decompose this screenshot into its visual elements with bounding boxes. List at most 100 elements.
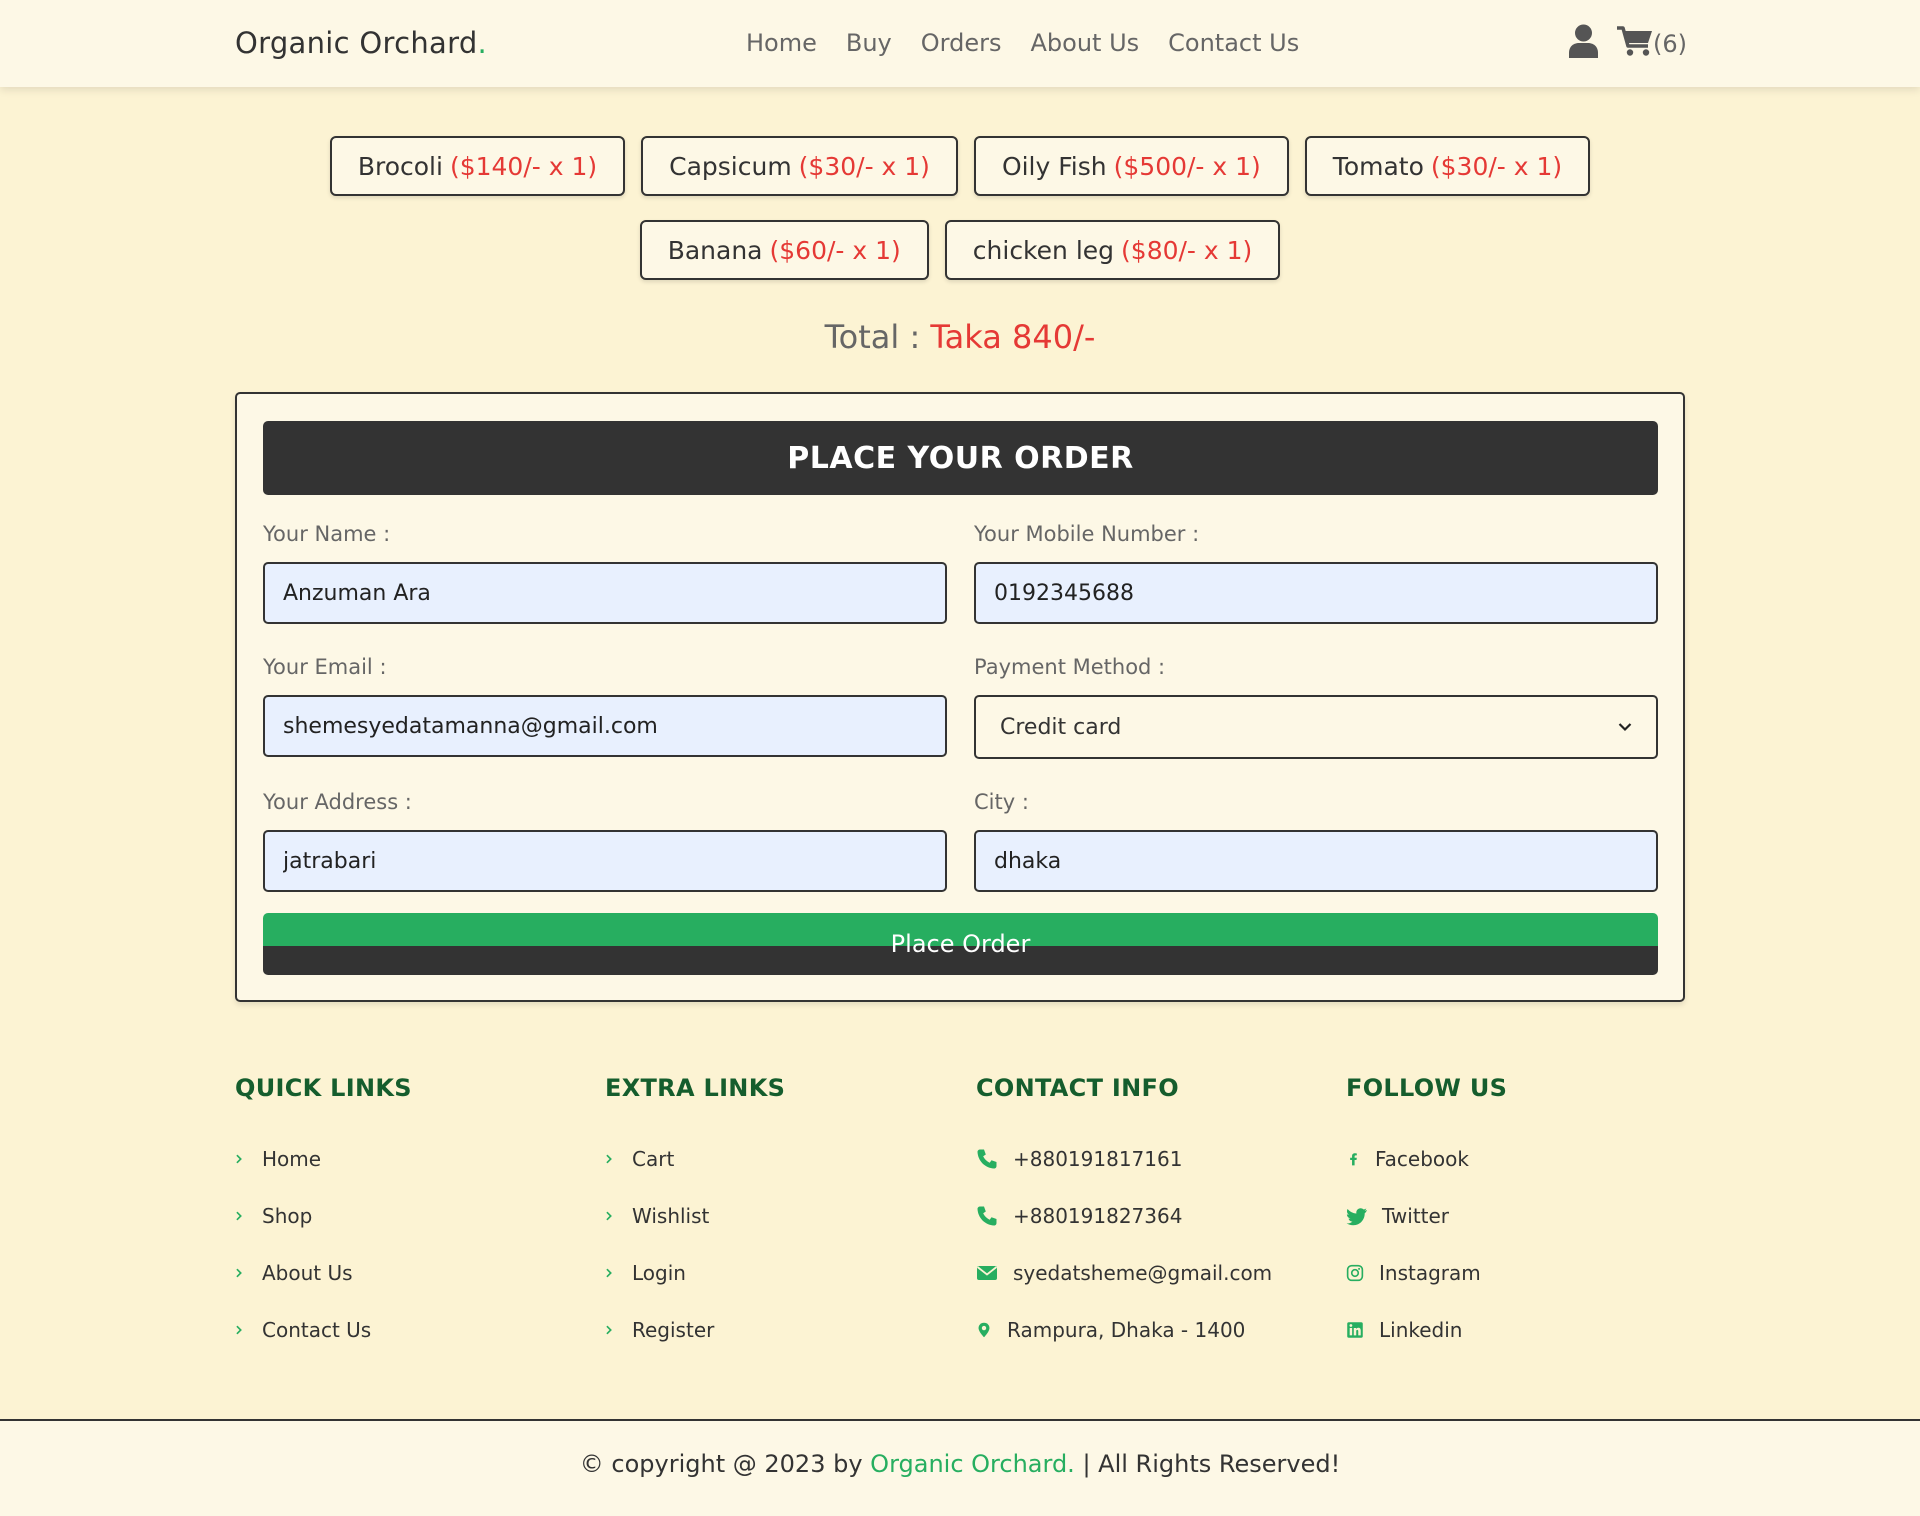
cart-item[interactable]: Brocoli ($140/- x 1) — [329, 136, 626, 196]
site-header: Organic Orchard. Home Buy Orders About U… — [0, 0, 1920, 87]
mobile-input[interactable] — [974, 562, 1658, 624]
twitter-icon — [1346, 1207, 1367, 1225]
cart-icon — [1617, 26, 1652, 56]
cart-item-name: chicken leg — [972, 235, 1115, 265]
cart-item-price: ($60/- x 1) — [769, 235, 901, 265]
form-title: PLACE YOUR ORDER — [263, 421, 1658, 495]
footer-link-label[interactable]: Wishlist — [632, 1204, 709, 1228]
instagram-icon — [1346, 1264, 1364, 1281]
logo-dot: . — [477, 26, 488, 60]
contact-phone-2[interactable]: +880191827364 — [976, 1187, 1336, 1244]
footer-link-wishlist[interactable]: Wishlist — [605, 1187, 965, 1244]
user-icon[interactable] — [1568, 24, 1599, 58]
footer-follow-us: FOLLOW US Facebook Twitter Instagram Lin… — [1346, 1074, 1706, 1358]
mobile-label: Your Mobile Number : — [974, 522, 1200, 546]
footer-link-about-us[interactable]: About Us — [235, 1244, 595, 1301]
logo-text[interactable]: Organic Orchard — [235, 26, 478, 60]
footer-link-label[interactable]: About Us — [262, 1261, 353, 1285]
footer-link-shop[interactable]: Shop — [235, 1187, 595, 1244]
payment-method-select[interactable]: Credit card — [974, 695, 1658, 759]
cart-item-price: ($30/- x 1) — [798, 151, 930, 181]
cart-item[interactable]: chicken leg ($80/- x 1) — [944, 220, 1281, 280]
footer-link-label[interactable]: Register — [632, 1318, 714, 1342]
copyright-prefix: © copyright @ 2023 by — [579, 1450, 871, 1478]
cart-item-name: Capsicum — [669, 151, 792, 181]
cart-item-price: ($30/- x 1) — [1430, 151, 1563, 181]
social-instagram[interactable]: Instagram — [1346, 1244, 1706, 1301]
social-linkedin[interactable]: Linkedin — [1346, 1301, 1706, 1358]
order-total: Total : Taka 840/- — [0, 318, 1920, 356]
place-order-button[interactable]: Place Order — [263, 913, 1658, 975]
address-group: Your Address : — [263, 790, 947, 892]
footer-link-cart[interactable]: Cart — [605, 1130, 965, 1187]
nav-contact-us[interactable]: Contact Us — [1168, 29, 1299, 57]
cart-item[interactable]: Tomato ($30/- x 1) — [1304, 136, 1591, 196]
chevron-right-icon — [606, 1211, 612, 1220]
nav-about-us[interactable]: About Us — [1030, 29, 1139, 57]
social-label[interactable]: Twitter — [1382, 1204, 1449, 1228]
total-label: Total : — [824, 318, 931, 356]
cart-item-name: Oily Fish — [1001, 151, 1107, 181]
cart-items-list: Brocoli ($140/- x 1) Capsicum ($30/- x 1… — [235, 136, 1685, 280]
chevron-right-icon — [236, 1154, 242, 1163]
footer-link-login[interactable]: Login — [605, 1244, 965, 1301]
chevron-right-icon — [236, 1325, 242, 1334]
contact-email-label[interactable]: syedatsheme@gmail.com — [1013, 1261, 1272, 1285]
contact-email[interactable]: syedatsheme@gmail.com — [976, 1244, 1336, 1301]
email-input[interactable] — [263, 695, 947, 757]
social-label[interactable]: Facebook — [1375, 1147, 1469, 1171]
cart-button[interactable]: (6) — [1617, 24, 1687, 58]
name-input[interactable] — [263, 562, 947, 624]
contact-address-label: Rampura, Dhaka - 1400 — [1007, 1317, 1246, 1342]
nav-buy[interactable]: Buy — [846, 29, 892, 57]
chevron-down-icon — [1618, 723, 1632, 732]
copyright-text: © copyright @ 2023 by Organic Orchard. |… — [0, 1450, 1920, 1478]
mobile-group: Your Mobile Number : — [974, 522, 1658, 624]
social-label[interactable]: Instagram — [1379, 1261, 1481, 1285]
city-input[interactable] — [974, 830, 1658, 892]
payment-label: Payment Method : — [974, 655, 1166, 679]
address-input[interactable] — [263, 830, 947, 892]
chevron-right-icon — [606, 1154, 612, 1163]
chevron-right-icon — [236, 1268, 242, 1277]
quick-links-title: QUICK LINKS — [235, 1074, 412, 1102]
cart-item-price: ($500/- x 1) — [1113, 151, 1261, 181]
footer-quick-links: QUICK LINKS Home Shop About Us Contact U… — [235, 1074, 595, 1358]
follow-us-title: FOLLOW US — [1346, 1074, 1508, 1102]
cart-item-price: ($140/- x 1) — [449, 151, 598, 181]
footer-extra-links: EXTRA LINKS Cart Wishlist Login Register — [605, 1074, 965, 1358]
footer-link-label[interactable]: Login — [632, 1261, 686, 1285]
contact-phone-label[interactable]: +880191817161 — [1013, 1147, 1182, 1171]
contact-address: Rampura, Dhaka - 1400 — [976, 1301, 1336, 1358]
cart-item-name: Tomato — [1332, 151, 1424, 181]
footer-link-register[interactable]: Register — [605, 1301, 965, 1358]
nav-orders[interactable]: Orders — [921, 29, 1002, 57]
contact-phone-label[interactable]: +880191827364 — [1013, 1204, 1182, 1228]
facebook-icon — [1350, 1152, 1357, 1165]
footer-link-label[interactable]: Cart — [632, 1147, 674, 1171]
contact-phone-1[interactable]: +880191817161 — [976, 1130, 1336, 1187]
phone-icon — [977, 1206, 997, 1225]
cart-item-price: ($80/- x 1) — [1121, 235, 1253, 265]
city-label: City : — [974, 790, 1029, 814]
footer-link-home[interactable]: Home — [235, 1130, 595, 1187]
cart-item-name: Brocoli — [357, 151, 443, 181]
nav-home[interactable]: Home — [746, 29, 817, 57]
copyright-brand[interactable]: Organic Orchard. — [870, 1450, 1075, 1478]
contact-info-title: CONTACT INFO — [976, 1074, 1179, 1102]
cart-item[interactable]: Capsicum ($30/- x 1) — [641, 136, 958, 196]
cart-item[interactable]: Oily Fish ($500/- x 1) — [973, 136, 1289, 196]
social-twitter[interactable]: Twitter — [1346, 1187, 1706, 1244]
header-icons: (6) — [1568, 24, 1687, 58]
footer-link-label[interactable]: Contact Us — [262, 1318, 371, 1342]
footer-link-label[interactable]: Home — [262, 1147, 321, 1171]
social-label[interactable]: Linkedin — [1379, 1318, 1462, 1342]
footer-link-contact-us[interactable]: Contact Us — [235, 1301, 595, 1358]
site-logo[interactable]: Organic Orchard. — [235, 26, 487, 60]
copyright-suffix: | All Rights Reserved! — [1074, 1450, 1341, 1478]
cart-item[interactable]: Banana ($60/- x 1) — [639, 220, 929, 280]
footer-link-label[interactable]: Shop — [262, 1204, 312, 1228]
cart-item-name: Banana — [667, 235, 763, 265]
main-nav: Home Buy Orders About Us Contact Us — [746, 29, 1299, 57]
social-facebook[interactable]: Facebook — [1346, 1130, 1706, 1187]
